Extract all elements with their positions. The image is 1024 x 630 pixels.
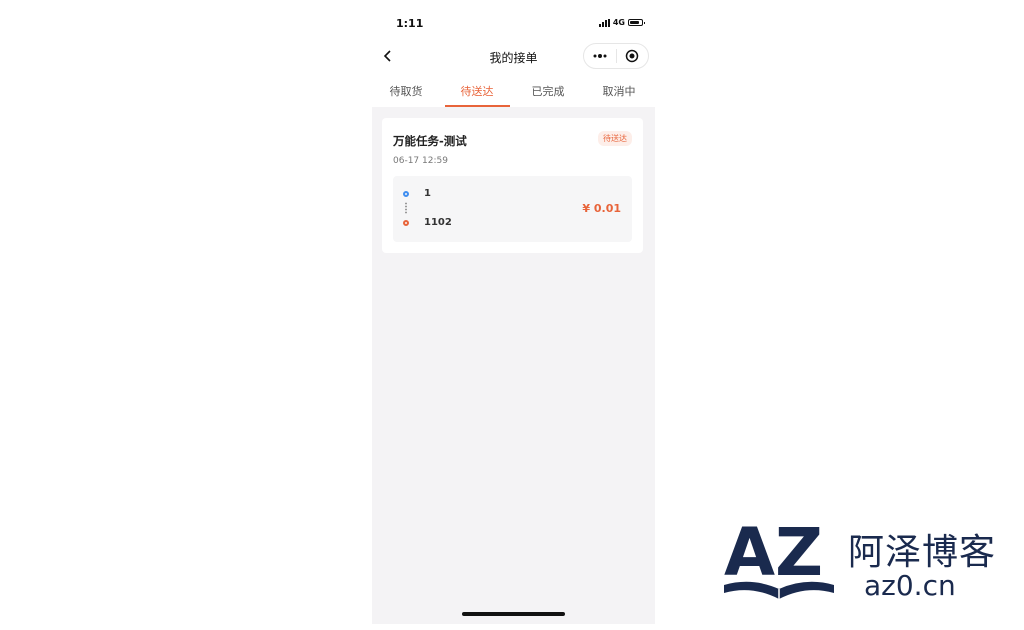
tab-completed[interactable]: 已完成	[516, 83, 580, 107]
watermark-logo: AZ 阿泽博客 az0.cn	[720, 515, 995, 607]
order-time: 06-17 12:59	[393, 156, 448, 166]
home-indicator[interactable]	[462, 612, 565, 616]
active-tab-indicator	[445, 105, 510, 107]
order-tabs: 待取货 待送达 已完成 取消中	[372, 78, 655, 107]
signal-icon	[598, 18, 610, 27]
network-label: 4G	[612, 18, 625, 27]
tab-cancelling[interactable]: 取消中	[587, 83, 651, 107]
pickup-address: 1	[424, 188, 431, 199]
order-price: ¥ 0.01	[582, 202, 621, 215]
more-button[interactable]	[584, 44, 616, 68]
book-logo-icon: AZ	[724, 515, 834, 601]
screen: 1:11 4G 我的接单 待取货 待送达 已完成 取消中 万能任务-测试 待送达…	[0, 0, 1024, 630]
logo-mark-text: AZ	[724, 515, 823, 591]
battery-icon	[628, 19, 645, 26]
dropoff-address: 1102	[424, 217, 452, 228]
status-time: 1:11	[396, 17, 424, 30]
order-title: 万能任务-测试	[393, 134, 467, 148]
mini-program-capsule	[583, 43, 649, 69]
route-box: 1 1102 ¥ 0.01	[393, 176, 632, 242]
more-dots-icon	[593, 54, 607, 58]
order-card[interactable]: 万能任务-测试 待送达 06-17 12:59 1 1102 ¥ 0.01	[382, 118, 643, 253]
tab-pending-pickup[interactable]: 待取货	[374, 83, 438, 107]
tab-pending-delivery[interactable]: 待送达	[445, 83, 509, 107]
logo-site-name: 阿泽博客	[848, 532, 997, 573]
status-badge: 待送达	[598, 131, 632, 146]
route-dotted-line	[405, 202, 407, 214]
phone-screen: 1:11 4G 我的接单 待取货 待送达 已完成 取消中 万能任务-测试 待送达…	[372, 0, 655, 624]
close-button[interactable]	[616, 44, 648, 68]
logo-site-url: az0.cn	[864, 569, 956, 602]
pickup-dot-icon	[403, 191, 409, 197]
target-circle-icon	[625, 49, 639, 63]
dropoff-dot-icon	[403, 220, 409, 226]
status-icons: 4G	[598, 18, 645, 27]
